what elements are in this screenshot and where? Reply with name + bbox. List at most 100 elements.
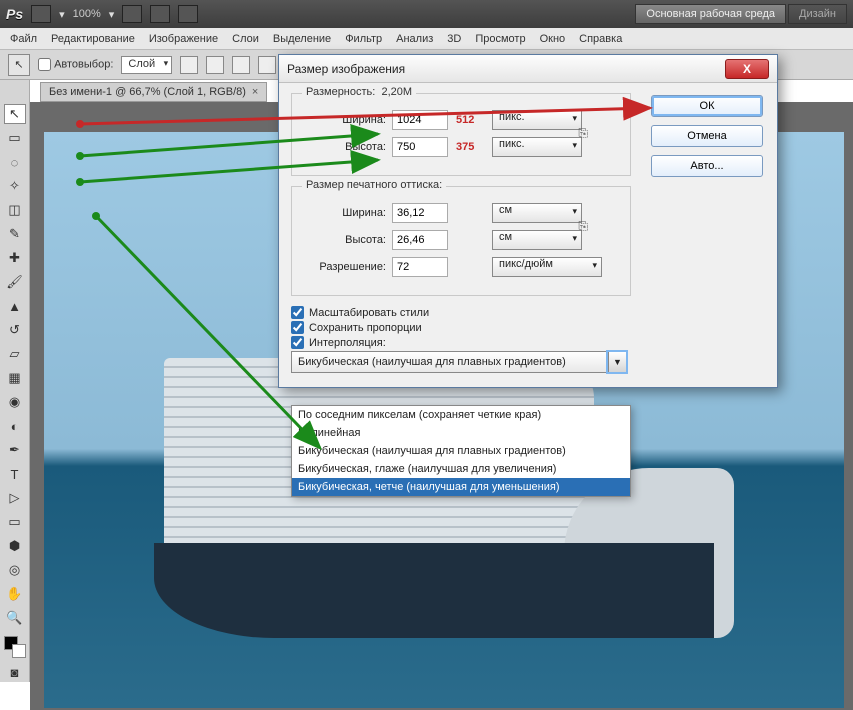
workspace-main-button[interactable]: Основная рабочая среда xyxy=(635,4,786,24)
interpolation-select[interactable]: Бикубическая (наилучшая для плавных град… xyxy=(291,351,627,373)
main-menu: Файл Редактирование Изображение Слои Выд… xyxy=(0,28,853,50)
interp-option-bicubic-sharper[interactable]: Бикубическая, четче (наилучшая для умень… xyxy=(292,478,630,496)
link-icon[interactable]: ⎘ xyxy=(578,126,588,141)
history-brush-tool[interactable]: ↺ xyxy=(4,320,26,340)
resolution-unit[interactable]: пикс/дюйм xyxy=(492,257,602,277)
document-tab[interactable]: Без имени-1 @ 66,7% (Слой 1, RGB/8) × xyxy=(40,82,267,102)
eraser-tool[interactable]: ▱ xyxy=(4,344,26,364)
menu-file[interactable]: Файл xyxy=(10,33,37,45)
pixel-height-input[interactable] xyxy=(392,137,448,157)
menu-layers[interactable]: Слои xyxy=(232,33,259,45)
3d-tool[interactable]: ⬢ xyxy=(4,536,26,556)
stamp-tool[interactable]: ▲ xyxy=(4,296,26,316)
menu-view[interactable]: Просмотр xyxy=(475,33,525,45)
chevron-down-icon[interactable]: ▼ xyxy=(608,352,626,372)
close-button[interactable]: X xyxy=(725,59,769,79)
print-height-unit[interactable]: см xyxy=(492,230,582,250)
3d-camera-tool[interactable]: ◎ xyxy=(4,560,26,580)
app-topbar: Ps ▾ 100% ▾ Основная рабочая среда Дизай… xyxy=(0,0,853,28)
pixel-dimensions-group: Размерность: 2,20M Ширина: 512 пикс. Выс… xyxy=(291,93,631,176)
print-height-input[interactable] xyxy=(392,230,448,250)
align-icon[interactable] xyxy=(232,56,250,74)
hand-tool[interactable]: ✋ xyxy=(4,584,26,604)
dialog-titlebar[interactable]: Размер изображения X xyxy=(279,55,777,83)
width-label: Ширина: xyxy=(304,114,386,126)
print-width-input[interactable] xyxy=(392,203,448,223)
resolution-input[interactable] xyxy=(392,257,448,277)
blur-tool[interactable]: ◉ xyxy=(4,392,26,412)
cancel-button[interactable]: Отмена xyxy=(651,125,763,147)
align-icon[interactable] xyxy=(206,56,224,74)
bridge-icon[interactable] xyxy=(31,5,51,23)
auto-select-checkbox[interactable]: Автовыбор: xyxy=(38,58,113,71)
pen-tool[interactable]: ✒ xyxy=(4,440,26,460)
auto-button[interactable]: Авто... xyxy=(651,155,763,177)
menu-window[interactable]: Окно xyxy=(540,33,566,45)
eyedropper-tool[interactable]: ✎ xyxy=(4,224,26,244)
dimensions-value: 2,20M xyxy=(381,86,412,98)
lasso-tool[interactable]: ◌ xyxy=(4,152,26,172)
hand-icon[interactable] xyxy=(122,5,142,23)
print-size-legend: Размер печатного оттиска: xyxy=(302,179,446,191)
menu-edit[interactable]: Редактирование xyxy=(51,33,135,45)
zoom-tool[interactable]: 🔍 xyxy=(4,608,26,628)
crop-tool[interactable]: ◫ xyxy=(4,200,26,220)
close-tab-icon[interactable]: × xyxy=(252,86,258,98)
image-size-dialog: Размер изображения X ОК Отмена Авто... Р… xyxy=(278,54,778,388)
chevron-down-icon[interactable]: ▾ xyxy=(109,8,115,21)
shape-tool[interactable]: ▭ xyxy=(4,512,26,532)
width-unit-select[interactable]: пикс. xyxy=(492,110,582,130)
ps-logo: Ps xyxy=(6,6,23,22)
annotation-width: 512 xyxy=(456,114,486,126)
chevron-down-icon[interactable]: ▾ xyxy=(59,8,65,21)
menu-image[interactable]: Изображение xyxy=(149,33,218,45)
zoom-level[interactable]: 100% xyxy=(73,8,101,20)
interpolation-checkbox[interactable] xyxy=(291,336,304,349)
toolbox: ↖ ▭ ◌ ✧ ◫ ✎ ✚ 🖌 ▲ ↺ ▱ ▦ ◉ ◐ ✒ T ▷ ▭ ⬢ ◎ … xyxy=(0,80,30,682)
heal-tool[interactable]: ✚ xyxy=(4,248,26,268)
color-swatches[interactable] xyxy=(4,636,26,658)
interp-option-bicubic[interactable]: Бикубическая (наилучшая для плавных град… xyxy=(292,442,630,460)
keep-proportions-label: Сохранить пропорции xyxy=(309,322,422,334)
view-icon[interactable] xyxy=(150,5,170,23)
interpolation-dropdown: По соседним пикселам (сохраняет четкие к… xyxy=(291,405,631,497)
gradient-tool[interactable]: ▦ xyxy=(4,368,26,388)
print-width-label: Ширина: xyxy=(304,207,386,219)
height-unit-select[interactable]: пикс. xyxy=(492,137,582,157)
align-icon[interactable] xyxy=(258,56,276,74)
menu-analysis[interactable]: Анализ xyxy=(396,33,433,45)
dialog-title: Размер изображения xyxy=(287,62,405,76)
move-tool-icon[interactable]: ↖ xyxy=(8,54,30,76)
link-icon[interactable]: ⎘ xyxy=(578,219,588,234)
menu-3d[interactable]: 3D xyxy=(447,33,461,45)
quickmask-icon[interactable]: ◙ xyxy=(4,662,26,682)
resolution-label: Разрешение: xyxy=(304,261,386,273)
interp-option-nearest[interactable]: По соседним пикселам (сохраняет четкие к… xyxy=(292,406,630,424)
print-size-group: Размер печатного оттиска: Ширина: см Выс… xyxy=(291,186,631,296)
menu-help[interactable]: Справка xyxy=(579,33,622,45)
wand-tool[interactable]: ✧ xyxy=(4,176,26,196)
screen-icon[interactable] xyxy=(178,5,198,23)
document-tab-title: Без имени-1 @ 66,7% (Слой 1, RGB/8) xyxy=(49,86,246,98)
pixel-width-input[interactable] xyxy=(392,110,448,130)
move-tool[interactable]: ↖ xyxy=(4,104,26,124)
workspace-design-button[interactable]: Дизайн xyxy=(788,4,847,24)
type-tool[interactable]: T xyxy=(4,464,26,484)
scale-styles-checkbox[interactable] xyxy=(291,306,304,319)
annotation-height: 375 xyxy=(456,141,486,153)
print-width-unit[interactable]: см xyxy=(492,203,582,223)
scale-styles-label: Масштабировать стили xyxy=(309,307,429,319)
menu-filter[interactable]: Фильтр xyxy=(345,33,382,45)
interp-option-bilinear[interactable]: Билинейная xyxy=(292,424,630,442)
keep-proportions-checkbox[interactable] xyxy=(291,321,304,334)
dodge-tool[interactable]: ◐ xyxy=(4,416,26,436)
interp-option-bicubic-smoother[interactable]: Бикубическая, глаже (наилучшая для увели… xyxy=(292,460,630,478)
ok-button[interactable]: ОК xyxy=(651,95,763,117)
auto-select-target[interactable]: Слой xyxy=(121,56,172,74)
path-tool[interactable]: ▷ xyxy=(4,488,26,508)
brush-tool[interactable]: 🖌 xyxy=(4,272,26,292)
dimensions-label: Размерность: xyxy=(306,86,375,98)
marquee-tool[interactable]: ▭ xyxy=(4,128,26,148)
menu-select[interactable]: Выделение xyxy=(273,33,331,45)
align-icon[interactable] xyxy=(180,56,198,74)
